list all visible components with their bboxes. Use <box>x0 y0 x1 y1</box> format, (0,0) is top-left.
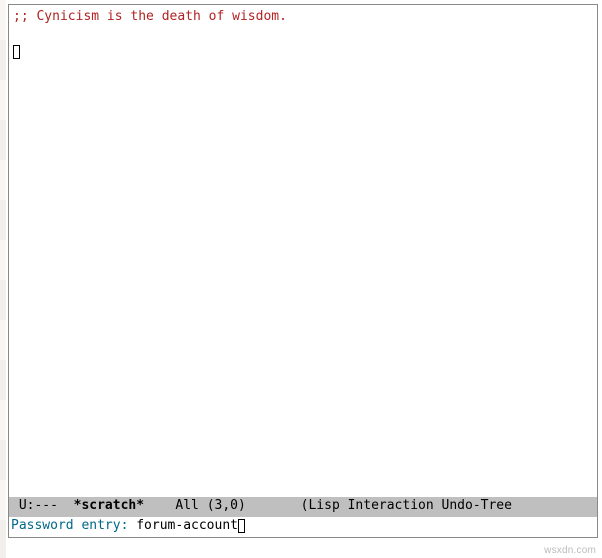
buffer-comment-line: ;; Cynicism is the death of wisdom. <box>13 9 287 24</box>
mode-line[interactable]: U:--- *scratch* All (3,0) (Lisp Interact… <box>9 497 597 517</box>
mode-line-spacer2 <box>246 498 301 513</box>
decorative-left-strip <box>0 0 6 558</box>
minibuffer-input[interactable]: forum-account <box>136 518 238 533</box>
emacs-frame: ;; Cynicism is the death of wisdom. U:--… <box>8 4 598 538</box>
minibuffer-prompt: Password entry: <box>11 518 136 533</box>
minibuffer-cursor-icon <box>238 519 245 533</box>
minibuffer[interactable]: Password entry: forum-account <box>9 517 597 537</box>
watermark-text: wsxdn.com <box>544 545 596 556</box>
text-cursor-icon <box>13 45 20 59</box>
mode-line-position: All <box>175 498 198 513</box>
mode-line-modes: (Lisp Interaction Undo-Tree <box>301 498 512 513</box>
mode-line-coords: (3,0) <box>207 498 246 513</box>
mode-line-flags: U:--- <box>11 498 74 513</box>
mode-line-spacer <box>144 498 175 513</box>
editor-buffer[interactable]: ;; Cynicism is the death of wisdom. <box>9 5 597 497</box>
mode-line-buffer-name: *scratch* <box>74 498 144 513</box>
